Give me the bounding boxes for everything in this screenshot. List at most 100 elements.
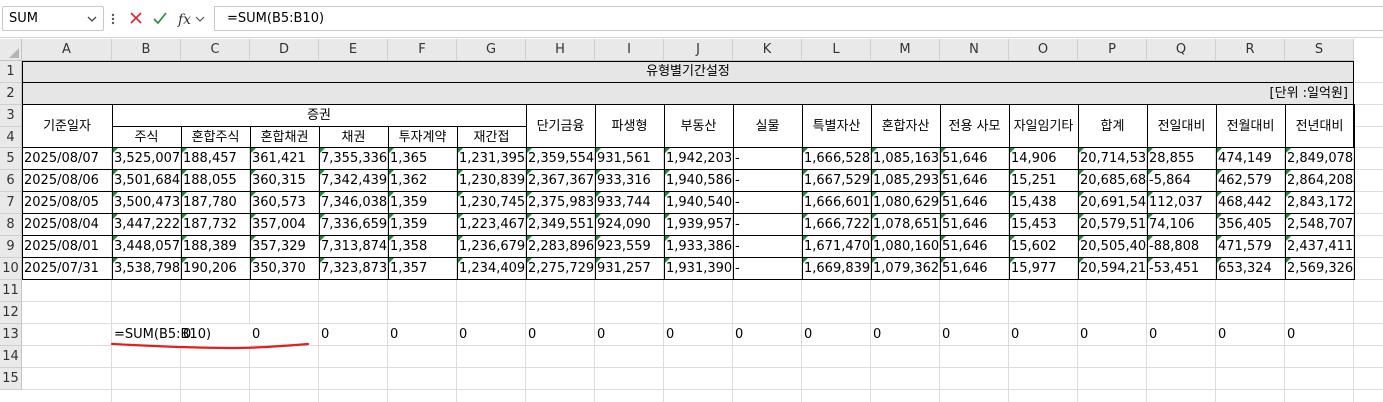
data-cell[interactable]: 474,149 <box>1216 148 1285 170</box>
data-cell[interactable]: 933,316 <box>595 170 664 192</box>
data-cell[interactable]: 112,037 <box>1147 192 1216 214</box>
data-cell[interactable]: - <box>733 148 802 170</box>
data-cell[interactable]: 1,080,160 <box>871 236 940 258</box>
sub-header-6[interactable]: 재간접 <box>457 127 526 148</box>
data-cell[interactable]: 1,667,529 <box>802 170 871 192</box>
data-cell[interactable]: 15,453 <box>1009 214 1078 236</box>
row-header-12[interactable]: 12 <box>0 302 22 324</box>
row-header-13[interactable]: 13 <box>0 324 22 346</box>
column-label-12[interactable]: 전년대비 <box>1285 105 1354 148</box>
column-header-q[interactable]: Q <box>1147 39 1216 61</box>
data-cell[interactable]: 51,646 <box>940 192 1009 214</box>
column-header-i[interactable]: I <box>595 39 664 61</box>
data-cell[interactable]: 931,257 <box>595 258 664 280</box>
data-cell[interactable]: 51,646 <box>940 214 1009 236</box>
data-cell[interactable]: 15,438 <box>1009 192 1078 214</box>
column-label-2[interactable]: 파생형 <box>595 105 664 148</box>
data-cell[interactable]: 1,671,470 <box>802 236 871 258</box>
data-cell[interactable]: 360,315 <box>250 170 319 192</box>
data-cell[interactable]: 924,090 <box>595 214 664 236</box>
data-cell[interactable]: 1,230,745 <box>457 192 526 214</box>
row-header-8[interactable]: 8 <box>0 214 22 236</box>
data-cell[interactable]: 1,080,629 <box>871 192 940 214</box>
data-cell[interactable]: - <box>733 214 802 236</box>
data-cell[interactable]: 74,106 <box>1147 214 1216 236</box>
data-cell[interactable]: 1,669,839 <box>802 258 871 280</box>
data-cell[interactable]: 1,357 <box>388 258 457 280</box>
date-cell[interactable]: 2025/08/04 <box>22 214 112 236</box>
column-label-9[interactable]: 합계 <box>1078 105 1147 148</box>
data-cell[interactable]: 1,079,362 <box>871 258 940 280</box>
column-header-p[interactable]: P <box>1078 39 1147 61</box>
column-label-11[interactable]: 전월대비 <box>1216 105 1285 148</box>
cell-area[interactable]: 유형별기간설정 [단위 :일억원] 기준일자 증권 주식 혼합주식 혼합채권 채권 투자계약 재간… <box>22 61 1383 402</box>
data-cell[interactable]: 3,448,057 <box>112 236 181 258</box>
data-cell[interactable]: 2,275,729 <box>526 258 595 280</box>
column-header-c[interactable]: C <box>181 39 250 61</box>
data-cell[interactable]: 471,579 <box>1216 236 1285 258</box>
data-cell[interactable]: 7,313,874 <box>319 236 388 258</box>
data-cell[interactable]: 188,389 <box>181 236 250 258</box>
data-cell[interactable]: - <box>733 258 802 280</box>
data-cell[interactable]: 20,579,511 <box>1078 214 1147 236</box>
data-cell[interactable]: 1,933,386 <box>664 236 733 258</box>
data-cell[interactable]: 20,594,213 <box>1078 258 1147 280</box>
column-header-k[interactable]: K <box>733 39 802 61</box>
column-header-f[interactable]: F <box>388 39 457 61</box>
zero-cell[interactable]: 0 <box>871 324 940 346</box>
date-cell[interactable]: 2025/08/05 <box>22 192 112 214</box>
data-cell[interactable]: 1,359 <box>388 214 457 236</box>
column-label-7[interactable]: 전용 사모 <box>940 105 1009 148</box>
data-cell[interactable]: 20,691,548 <box>1078 192 1147 214</box>
data-cell[interactable]: 2,864,208 <box>1285 170 1354 192</box>
date-cell[interactable]: 2025/08/01 <box>22 236 112 258</box>
data-cell[interactable]: 1,223,467 <box>457 214 526 236</box>
data-cell[interactable]: 1,940,540 <box>664 192 733 214</box>
data-cell[interactable]: 2,437,411 <box>1285 236 1354 258</box>
zero-cell[interactable]: 0 <box>1147 324 1216 346</box>
data-cell[interactable]: 3,525,007 <box>112 148 181 170</box>
data-cell[interactable]: 188,055 <box>181 170 250 192</box>
data-cell[interactable]: 3,501,684 <box>112 170 181 192</box>
header-date[interactable]: 기준일자 <box>22 105 112 148</box>
date-cell[interactable]: 2025/07/31 <box>22 258 112 280</box>
row-header-10[interactable]: 10 <box>0 258 22 280</box>
data-cell[interactable]: 1,358 <box>388 236 457 258</box>
data-cell[interactable]: 7,336,659 <box>319 214 388 236</box>
data-cell[interactable]: 51,646 <box>940 170 1009 192</box>
data-cell[interactable]: 1,940,586 <box>664 170 733 192</box>
data-cell[interactable]: 20,505,405 <box>1078 236 1147 258</box>
data-cell[interactable]: 1,078,651 <box>871 214 940 236</box>
sub-header-2[interactable]: 혼합주식 <box>181 127 250 148</box>
data-cell[interactable]: 3,500,473 <box>112 192 181 214</box>
data-cell[interactable]: 7,355,336 <box>319 148 388 170</box>
data-cell[interactable]: 2,849,078 <box>1285 148 1354 170</box>
data-cell[interactable]: 3,538,798 <box>112 258 181 280</box>
data-cell[interactable]: 15,251 <box>1009 170 1078 192</box>
row-header-11[interactable]: 11 <box>0 280 22 302</box>
data-cell[interactable]: 1,942,203 <box>664 148 733 170</box>
zero-cell[interactable]: 0 <box>1078 324 1147 346</box>
data-cell[interactable]: 360,573 <box>250 192 319 214</box>
formula-input[interactable]: =SUM(B5:B10) <box>214 6 1383 31</box>
data-cell[interactable]: 357,004 <box>250 214 319 236</box>
column-header-r[interactable]: R <box>1216 39 1285 61</box>
data-cell[interactable]: 7,342,439 <box>319 170 388 192</box>
column-label-8[interactable]: 자일임기타 <box>1009 105 1078 148</box>
column-header-n[interactable]: N <box>940 39 1009 61</box>
column-header-e[interactable]: E <box>319 39 388 61</box>
column-header-a[interactable]: A <box>22 39 112 61</box>
data-cell[interactable]: 1,666,722 <box>802 214 871 236</box>
zero-cell[interactable]: 0 <box>595 324 664 346</box>
data-cell[interactable]: 188,457 <box>181 148 250 170</box>
zero-cell[interactable]: 0 <box>802 324 871 346</box>
data-cell[interactable]: 1,931,390 <box>664 258 733 280</box>
data-cell[interactable]: 51,646 <box>940 236 1009 258</box>
column-label-4[interactable]: 실물 <box>733 105 802 148</box>
zero-cell[interactable]: 0 <box>733 324 802 346</box>
row-header-9[interactable]: 9 <box>0 236 22 258</box>
data-cell[interactable]: 2,359,554 <box>526 148 595 170</box>
column-header-l[interactable]: L <box>802 39 871 61</box>
data-cell[interactable]: 7,323,873 <box>319 258 388 280</box>
data-cell[interactable]: 1,359 <box>388 192 457 214</box>
